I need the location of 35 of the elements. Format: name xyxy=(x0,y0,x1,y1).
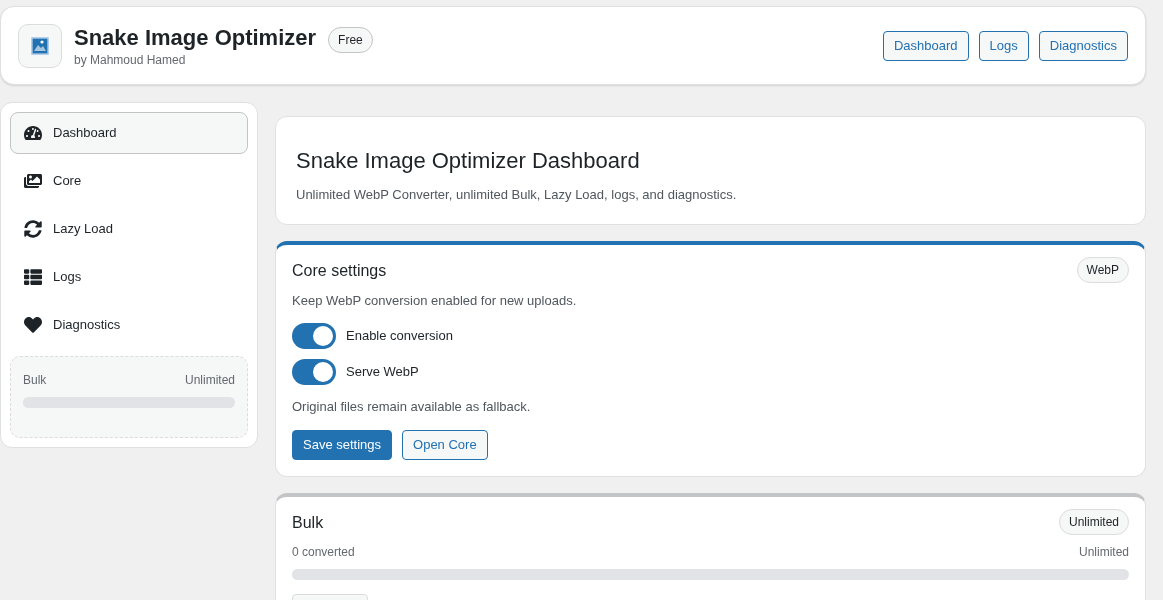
fallback-note: Original files remain available as fallback. xyxy=(292,397,532,416)
format-badge: WebP xyxy=(1076,257,1129,283)
images-icon xyxy=(24,172,42,190)
dashboard-subtitle: Unlimited WebP Converter, unlimited Bulk, Lazy Load, logs, and diagnostics. xyxy=(296,186,738,204)
sidebar-item[interactable]: Logs xyxy=(10,256,248,298)
toggle-label: Enable conversion xyxy=(346,326,453,345)
toggle-label: Serve WebP xyxy=(346,362,419,381)
author-byline: by Mahmoud Hamed xyxy=(74,51,187,68)
sidebar-item[interactable]: Lazy Load xyxy=(10,208,248,250)
nav-button[interactable]: Logs xyxy=(978,30,1029,61)
nav-button[interactable]: Diagnostics xyxy=(1038,30,1128,61)
refresh-icon xyxy=(24,220,42,238)
dashboard-title: Snake Image Optimizer Dashboard xyxy=(296,147,641,175)
image-icon xyxy=(31,36,49,55)
converted-count: 0 converted xyxy=(292,544,355,561)
gauge-icon xyxy=(24,124,42,142)
card-title: Core settings xyxy=(292,261,387,281)
sidebar-item[interactable]: Diagnostics xyxy=(10,304,248,346)
card-description: Keep WebP conversion enabled for new uploads. xyxy=(292,292,578,310)
sidebar-item[interactable]: Core xyxy=(10,160,248,202)
app-title: Snake Image Optimizer xyxy=(74,23,317,52)
bulk-limit: Unlimited xyxy=(1079,544,1129,561)
toggle-switch[interactable] xyxy=(292,322,336,349)
usage-label: Bulk xyxy=(23,372,47,389)
usage-value: Unlimited xyxy=(185,372,235,389)
nav-button[interactable]: Dashboard xyxy=(883,30,969,61)
heart-icon xyxy=(24,316,42,334)
open-button[interactable]: Open Core xyxy=(402,430,488,460)
plan-badge: Free xyxy=(328,27,373,53)
save-button[interactable]: Save settings xyxy=(292,430,393,460)
sidebar-item[interactable]: Dashboard xyxy=(10,112,248,154)
list-icon xyxy=(24,268,42,286)
card-title: Bulk xyxy=(292,513,324,533)
limit-badge: Unlimited xyxy=(1059,509,1129,535)
toggle-switch[interactable] xyxy=(292,358,336,385)
